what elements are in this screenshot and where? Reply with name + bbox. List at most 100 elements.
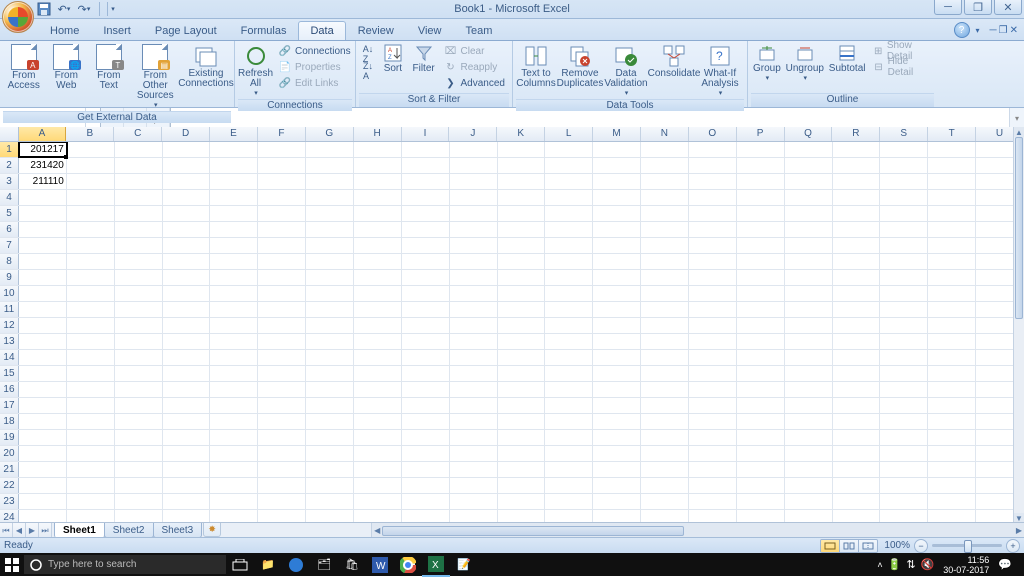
cell-K10[interactable] [498,286,546,301]
cell-Q2[interactable] [785,158,833,173]
cell-F12[interactable] [258,318,306,333]
cell-A13[interactable] [19,334,67,349]
cell-B1[interactable] [67,142,115,157]
cell-L3[interactable] [545,174,593,189]
cell-C6[interactable] [115,222,163,237]
cell-N16[interactable] [641,382,689,397]
cell-E13[interactable] [210,334,258,349]
cell-Q15[interactable] [785,366,833,381]
cell-E18[interactable] [210,414,258,429]
row-header-23[interactable]: 23 [0,494,19,509]
cell-G22[interactable] [306,478,354,493]
cell-Q14[interactable] [785,350,833,365]
taskbar-word[interactable]: W [366,553,394,576]
cell-S12[interactable] [880,318,928,333]
cell-F22[interactable] [258,478,306,493]
row-header-10[interactable]: 10 [0,286,19,301]
cell-M4[interactable] [593,190,641,205]
taskbar-edge[interactable] [282,553,310,576]
cell-I16[interactable] [402,382,450,397]
cell-J11[interactable] [450,302,498,317]
cell-J10[interactable] [450,286,498,301]
cell-B9[interactable] [67,270,115,285]
cell-N13[interactable] [641,334,689,349]
cell-Q23[interactable] [785,494,833,509]
cell-B2[interactable] [67,158,115,173]
cell-R4[interactable] [833,190,881,205]
cell-S6[interactable] [880,222,928,237]
from-text-button[interactable]: T FromText [88,42,130,93]
cell-T10[interactable] [928,286,976,301]
cell-L1[interactable] [545,142,593,157]
cell-F6[interactable] [258,222,306,237]
cell-I1[interactable] [402,142,450,157]
column-header-B[interactable]: B [66,127,114,141]
cell-K19[interactable] [498,430,546,445]
cell-H2[interactable] [354,158,402,173]
cell-S16[interactable] [880,382,928,397]
cell-C20[interactable] [115,446,163,461]
cell-J5[interactable] [450,206,498,221]
cell-R18[interactable] [833,414,881,429]
cell-P3[interactable] [737,174,785,189]
cell-R23[interactable] [833,494,881,509]
cell-A15[interactable] [19,366,67,381]
cell-Q17[interactable] [785,398,833,413]
column-header-J[interactable]: J [449,127,497,141]
cell-O14[interactable] [689,350,737,365]
cell-A18[interactable] [19,414,67,429]
sheet-nav-first-icon[interactable]: ⏮ [0,523,13,538]
cell-C7[interactable] [115,238,163,253]
cell-N21[interactable] [641,462,689,477]
cell-S13[interactable] [880,334,928,349]
taskbar-search-input[interactable]: Type here to search [24,555,226,574]
cell-O6[interactable] [689,222,737,237]
cell-Q16[interactable] [785,382,833,397]
v-scroll-thumb[interactable] [1015,137,1023,319]
cell-H12[interactable] [354,318,402,333]
cell-G7[interactable] [306,238,354,253]
taskbar-chrome[interactable] [394,553,422,576]
cell-I2[interactable] [402,158,450,173]
cell-O2[interactable] [689,158,737,173]
from-access-button[interactable]: A FromAccess [3,42,45,93]
cell-G8[interactable] [306,254,354,269]
cell-C19[interactable] [115,430,163,445]
cell-S2[interactable] [880,158,928,173]
cell-G11[interactable] [306,302,354,317]
cell-L21[interactable] [545,462,593,477]
cell-H5[interactable] [354,206,402,221]
cell-M22[interactable] [593,478,641,493]
row-header-14[interactable]: 14 [0,350,19,365]
cell-H1[interactable] [354,142,402,157]
cell-E5[interactable] [210,206,258,221]
cell-H7[interactable] [354,238,402,253]
connections-button[interactable]: 🔗Connections [274,43,355,59]
tab-team[interactable]: Team [453,21,504,40]
cell-P18[interactable] [737,414,785,429]
column-header-E[interactable]: E [210,127,258,141]
cell-T4[interactable] [928,190,976,205]
cell-B21[interactable] [67,462,115,477]
cell-P1[interactable] [737,142,785,157]
zoom-out-button[interactable]: − [914,539,928,553]
cell-M23[interactable] [593,494,641,509]
qat-save-icon[interactable] [36,1,52,17]
cell-B23[interactable] [67,494,115,509]
cell-I9[interactable] [402,270,450,285]
cell-C8[interactable] [115,254,163,269]
cell-M20[interactable] [593,446,641,461]
cell-G18[interactable] [306,414,354,429]
cell-A23[interactable] [19,494,67,509]
cell-A6[interactable] [19,222,67,237]
cell-C3[interactable] [115,174,163,189]
cell-G21[interactable] [306,462,354,477]
cell-T22[interactable] [928,478,976,493]
cell-N23[interactable] [641,494,689,509]
cell-Q4[interactable] [785,190,833,205]
row-header-8[interactable]: 8 [0,254,19,269]
cell-L9[interactable] [545,270,593,285]
cell-E22[interactable] [210,478,258,493]
consolidate-button[interactable]: Consolidate [649,42,699,81]
cell-H3[interactable] [354,174,402,189]
